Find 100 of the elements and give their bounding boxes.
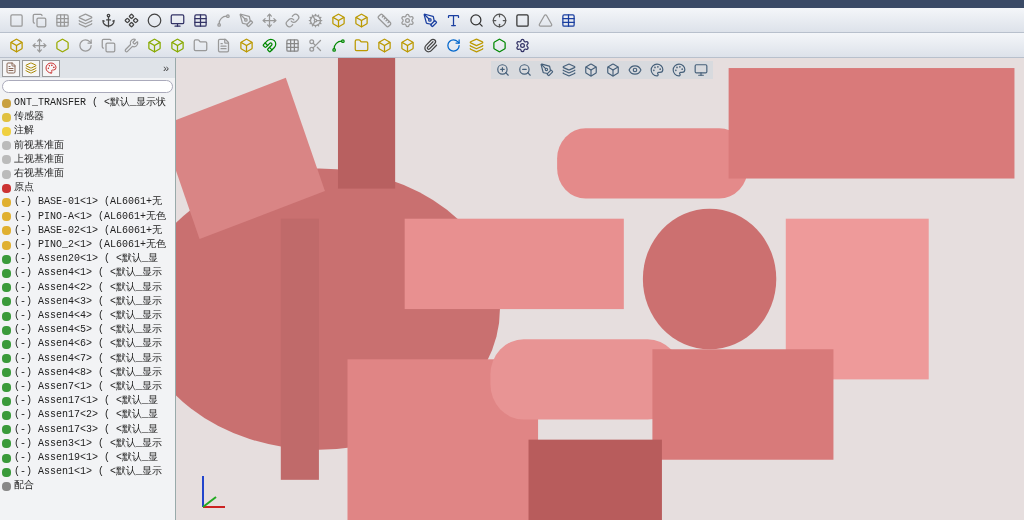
file-icon — [216, 37, 231, 53]
tree-item[interactable]: (-) Assen4<4> ( <默认_显示 — [14, 309, 163, 324]
collapse-button[interactable]: » — [158, 59, 173, 77]
box-button[interactable] — [376, 36, 393, 54]
wrench-button[interactable] — [123, 36, 140, 54]
tree-item[interactable]: 上视基准面 — [14, 152, 64, 167]
tree-item[interactable]: (-) BASE-01<1> (AL6061+无 — [14, 195, 163, 210]
display-tab[interactable] — [42, 59, 60, 77]
property-tab[interactable] — [2, 59, 20, 77]
layers-button[interactable] — [561, 62, 577, 78]
tree-item[interactable]: (-) Assen4<2> ( <默认_显示 — [14, 280, 163, 295]
curve-button[interactable] — [215, 11, 232, 29]
square-button[interactable] — [514, 11, 531, 29]
zoom-out-button[interactable] — [517, 62, 533, 78]
grid-button[interactable] — [284, 36, 301, 54]
cog-icon — [308, 12, 323, 28]
component-button[interactable] — [123, 11, 140, 29]
hexagon-button[interactable] — [54, 36, 71, 54]
box-button[interactable] — [353, 11, 370, 29]
tree-item[interactable]: (-) Assen7<1> ( <默认_显示 — [14, 380, 163, 395]
tree-item[interactable]: (-) PINO_2<1> (AL6061+无色 — [14, 238, 167, 253]
table-button[interactable] — [192, 11, 209, 29]
cube-button[interactable] — [605, 62, 621, 78]
tree-item[interactable]: (-) Assen17<2> ( <默认_显 — [14, 408, 159, 423]
palette-button[interactable] — [671, 62, 687, 78]
tree-item[interactable]: (-) Assen4<1> ( <默认_显示 — [14, 266, 163, 281]
tree-item[interactable]: 注解 — [14, 124, 34, 139]
tree-item[interactable]: ONT_TRANSFER ( <默认_显示状 — [14, 96, 167, 111]
rotate-button[interactable] — [445, 36, 462, 54]
file-button[interactable] — [215, 36, 232, 54]
config-tab[interactable] — [22, 59, 40, 77]
tree-item[interactable]: (-) Assen4<6> ( <默认_显示 — [14, 337, 163, 352]
box-button[interactable] — [146, 36, 163, 54]
tree-item[interactable]: 配合 — [14, 479, 34, 494]
copy-button[interactable] — [31, 11, 48, 29]
magnet-icon — [262, 37, 277, 53]
tree-item[interactable]: (-) Assen17<1> ( <默认_显 — [14, 394, 159, 409]
tree-item[interactable]: (-) BASE-02<1> (AL6061+无 — [14, 223, 163, 239]
tree-item[interactable]: (-) Assen4<5> ( <默认_显示 — [14, 323, 163, 338]
move-button[interactable] — [31, 36, 48, 54]
filter-field[interactable] — [2, 80, 173, 93]
monitor-button[interactable] — [169, 11, 186, 29]
box-button[interactable] — [8, 36, 25, 54]
ruler-button[interactable] — [376, 11, 393, 29]
cube-button[interactable] — [583, 62, 599, 78]
zoom-in-button[interactable] — [495, 62, 511, 78]
tree-item[interactable]: (-) Assen3<1> ( <默认_显示 — [14, 436, 163, 452]
ruler-icon — [377, 12, 392, 28]
box-button[interactable] — [169, 36, 186, 54]
box-button[interactable] — [330, 11, 347, 29]
table-button[interactable] — [560, 11, 577, 29]
search-icon — [469, 12, 484, 28]
tree-item[interactable]: 右视基准面 — [14, 167, 64, 182]
settings-icon — [400, 12, 415, 28]
triangle-button[interactable] — [537, 11, 554, 29]
palette-button[interactable] — [649, 62, 665, 78]
box-icon — [331, 12, 346, 28]
scissors-button[interactable] — [307, 36, 324, 54]
tree-item[interactable]: (-) Assen4<3> ( <默认_显示 — [14, 294, 163, 310]
tree-item[interactable]: (-) Assen17<3> ( <默认_显 — [14, 422, 159, 437]
anchor-button[interactable] — [100, 11, 117, 29]
tree-item[interactable]: 传感器 — [14, 110, 44, 125]
layers-button[interactable] — [468, 36, 485, 54]
tree-item[interactable]: 前视基准面 — [14, 138, 64, 153]
tree-item[interactable]: (-) Assen20<1> ( <默认_显 — [14, 252, 159, 267]
square-icon — [9, 12, 24, 28]
hexagon-button[interactable] — [491, 36, 508, 54]
move-icon — [262, 12, 277, 28]
grid-button[interactable] — [54, 11, 71, 29]
settings-button[interactable] — [514, 36, 531, 54]
triangle-icon — [538, 12, 553, 28]
paperclip-button[interactable] — [422, 36, 439, 54]
tree-item[interactable]: (-) Assen4<7> ( <默认_显示 — [14, 351, 163, 366]
tree-item[interactable]: (-) PINO-A<1> (AL6061+无色 — [14, 209, 167, 224]
tree-item[interactable]: (-) Assen4<8> ( <默认_显示 — [14, 365, 163, 381]
curve-icon — [216, 12, 231, 28]
curve-button[interactable] — [330, 36, 347, 54]
link-button[interactable] — [284, 11, 301, 29]
move-button[interactable] — [261, 11, 278, 29]
cog-button[interactable] — [307, 11, 324, 29]
tree-item[interactable]: (-) Assen1<1> ( <默认_显示 — [14, 465, 163, 480]
box-button[interactable] — [399, 36, 416, 54]
move-icon — [32, 37, 47, 53]
copy-icon — [32, 12, 47, 28]
cube-icon — [606, 63, 620, 77]
rotate-icon — [446, 37, 461, 53]
copy-button[interactable] — [100, 36, 117, 54]
tree-item[interactable]: (-) Assen19<1> ( <默认_显 — [14, 451, 159, 466]
magnet-button[interactable] — [261, 36, 278, 54]
layers-button[interactable] — [77, 11, 94, 29]
property-icon — [5, 62, 17, 74]
tree-item[interactable]: 原点 — [14, 181, 34, 196]
eye-button[interactable] — [627, 62, 643, 78]
circle-button[interactable] — [146, 11, 163, 29]
crosshair-button[interactable] — [491, 11, 508, 29]
box-button[interactable] — [238, 36, 255, 54]
pen-button[interactable] — [539, 62, 555, 78]
rotate-button[interactable] — [77, 36, 94, 54]
pen-button[interactable] — [422, 11, 439, 29]
search-button[interactable] — [468, 11, 485, 29]
